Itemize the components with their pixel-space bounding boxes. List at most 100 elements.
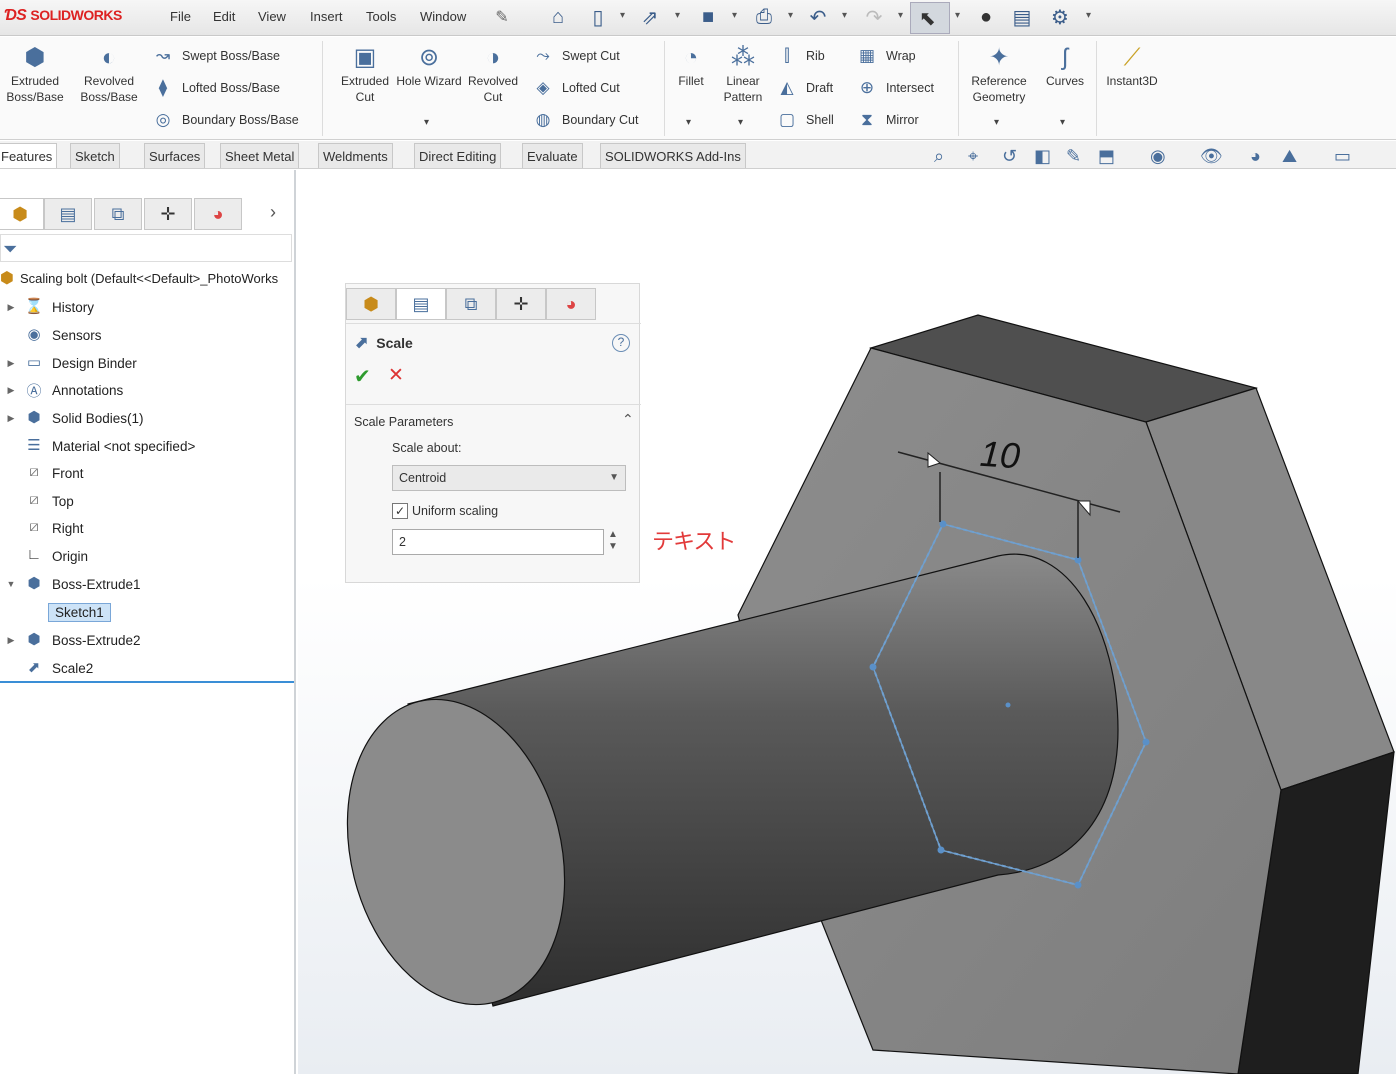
menu-insert[interactable]: Insert	[310, 9, 343, 24]
tab-weldments[interactable]: Weldments	[318, 143, 393, 168]
tree-item-annotations[interactable]: ▶ Ⓐ Annotations	[0, 377, 294, 403]
tree-item-right-plane[interactable]: ⧄ Right	[0, 515, 294, 541]
tab-direct-editing[interactable]: Direct Editing	[414, 143, 502, 168]
tree-item-top-plane[interactable]: ⧄ Top	[0, 488, 294, 514]
help-icon[interactable]: ?	[612, 334, 630, 352]
select-dropdown-icon[interactable]: ▾	[955, 10, 960, 21]
hole-wizard-dropdown-icon[interactable]: ▾	[424, 117, 429, 128]
tab-evaluate[interactable]: Evaluate	[522, 143, 583, 168]
tree-item-sensors[interactable]: ◉ Sensors	[0, 322, 294, 348]
configuration-manager-tab[interactable]: ⧉	[94, 198, 142, 230]
property-manager-tab[interactable]: ▤	[44, 198, 92, 230]
hide-show-items-icon[interactable]: 👁	[1200, 146, 1223, 167]
pin-icon[interactable]: ✎	[488, 4, 516, 30]
swept-cut-button[interactable]: ⤳ Swept Cut	[530, 43, 619, 69]
pm-dimxpert-tab[interactable]: ✛	[496, 288, 546, 320]
print-dropdown-icon[interactable]: ▾	[788, 10, 793, 21]
boundary-cut-button[interactable]: ◍ Boundary Cut	[530, 107, 639, 133]
tab-surfaces[interactable]: Surfaces	[144, 143, 206, 168]
pm-feature-tab[interactable]: ⬢	[346, 288, 396, 320]
tab-sheet-metal[interactable]: Sheet Metal	[220, 143, 300, 168]
new-dropdown-icon[interactable]: ▾	[620, 10, 625, 21]
menu-file[interactable]: File	[170, 9, 191, 24]
pm-configuration-tab[interactable]: ⧉	[446, 288, 496, 320]
revolved-cut-button[interactable]: ◑ Revolved Cut	[458, 41, 528, 105]
ok-checkmark-icon[interactable]: ✔	[354, 364, 371, 389]
tree-item-front-plane[interactable]: ⧄ Front	[0, 460, 294, 486]
curves-dropdown-icon[interactable]: ▾	[1060, 117, 1065, 128]
rollback-bar[interactable]	[0, 681, 294, 683]
zoom-to-fit-icon[interactable]: ⌕	[934, 146, 944, 167]
feature-tree-root[interactable]: ⬢ Scaling bolt (Default<<Default>_PhotoW…	[0, 266, 296, 290]
scale-factor-input[interactable]: 2	[392, 529, 604, 555]
reference-geometry-button[interactable]: ✦ Reference Geometry	[962, 41, 1036, 105]
apply-scene-icon[interactable]: ⛰	[1282, 146, 1297, 167]
tree-item-material[interactable]: ☰ Material <not specified>	[0, 433, 294, 459]
zoom-to-area-icon[interactable]: ⌖	[968, 146, 978, 167]
collapse-icon[interactable]: ▼	[0, 579, 22, 589]
scale-about-select[interactable]: Centroid ▼	[392, 465, 626, 491]
chevron-right-icon[interactable]: ›	[270, 202, 276, 223]
expand-icon[interactable]: ▶	[0, 302, 22, 313]
wrap-button[interactable]: ▦ Wrap	[854, 43, 916, 69]
draft-button[interactable]: ◭ Draft	[774, 75, 833, 101]
boundary-boss-button[interactable]: ◎ Boundary Boss/Base	[150, 107, 299, 133]
scale-factor-spinner[interactable]: ▲ ▼	[608, 529, 618, 553]
open-icon[interactable]: ⇗	[636, 4, 664, 30]
menu-tools[interactable]: Tools	[366, 9, 396, 24]
options-dropdown-icon[interactable]: ▾	[1086, 10, 1091, 21]
hole-wizard-button[interactable]: ⊚ Hole Wizard	[394, 41, 464, 89]
home-icon[interactable]: ⌂	[544, 4, 572, 30]
new-document-icon[interactable]: ▯	[584, 4, 612, 30]
menu-view[interactable]: View	[258, 9, 286, 24]
dimxpert-manager-tab[interactable]: ✛	[144, 198, 192, 230]
pm-property-tab[interactable]: ▤	[396, 288, 446, 320]
save-icon[interactable]: ■	[694, 4, 722, 30]
collapse-chevron-icon[interactable]: ⌃	[622, 411, 634, 428]
undo-dropdown-icon[interactable]: ▾	[842, 10, 847, 21]
intersect-button[interactable]: ⊕ Intersect	[854, 75, 934, 101]
cancel-x-icon[interactable]: ✕	[388, 364, 404, 387]
mirror-button[interactable]: ⧗ Mirror	[854, 107, 919, 133]
rib-button[interactable]: ⫿ Rib	[774, 43, 825, 69]
extruded-boss-button[interactable]: ⬢ Extruded Boss/Base	[0, 41, 70, 105]
view-settings-icon[interactable]: ▭	[1334, 146, 1351, 167]
extruded-cut-button[interactable]: ▣ Extruded Cut	[330, 41, 400, 105]
display-manager-tab[interactable]: ◕	[194, 198, 242, 230]
tree-item-design-binder[interactable]: ▶ ▭ Design Binder	[0, 350, 294, 376]
feature-tree-filter[interactable]: ⏷	[0, 234, 292, 262]
expand-icon[interactable]: ▶	[0, 358, 22, 369]
tab-sketch[interactable]: Sketch	[70, 143, 120, 168]
expand-icon[interactable]: ▶	[0, 385, 22, 396]
instant3d-button[interactable]: ⟋ Instant3D	[1098, 41, 1166, 89]
tree-item-solid-bodies[interactable]: ▶ ⬢ Solid Bodies(1)	[0, 405, 294, 431]
tab-features[interactable]: Features	[0, 143, 58, 168]
tree-item-origin[interactable]: ∟ Origin	[0, 543, 294, 569]
edit-appearance-icon[interactable]: ◕	[1250, 146, 1261, 167]
options-icon[interactable]: ⚙	[1046, 4, 1074, 30]
tree-item-history[interactable]: ▶ ⌛ History	[0, 294, 294, 320]
dimension-value[interactable]: 10	[979, 433, 1022, 478]
dynamic-annotation-icon[interactable]: ✎	[1066, 146, 1081, 167]
select-button[interactable]: ⬉	[910, 2, 950, 34]
redo-dropdown-icon[interactable]: ▾	[898, 10, 903, 21]
expand-icon[interactable]: ▶	[0, 635, 22, 646]
fillet-dropdown-icon[interactable]: ▾	[686, 117, 691, 128]
tree-item-sketch1[interactable]: Sketch1	[48, 599, 140, 625]
print-icon[interactable]: ⎙	[750, 4, 778, 30]
tree-item-boss-extrude2[interactable]: ▶ ⬢ Boss-Extrude2	[0, 627, 294, 653]
reference-geometry-dropdown-icon[interactable]: ▾	[994, 117, 999, 128]
feature-manager-tab[interactable]: ⬢	[0, 198, 44, 230]
menu-window[interactable]: Window	[420, 9, 466, 24]
lofted-cut-button[interactable]: ◈ Lofted Cut	[530, 75, 619, 101]
expand-icon[interactable]: ▶	[0, 413, 22, 424]
tree-item-scale2[interactable]: ⬈ Scale2	[0, 655, 294, 681]
display-style-icon[interactable]: ◉	[1150, 146, 1166, 167]
save-dropdown-icon[interactable]: ▾	[732, 10, 737, 21]
menu-edit[interactable]: Edit	[213, 9, 235, 24]
lofted-boss-button[interactable]: ⧫ Lofted Boss/Base	[150, 75, 280, 101]
revolved-boss-button[interactable]: ◐ Revolved Boss/Base	[74, 41, 144, 105]
pm-display-tab[interactable]: ◕	[546, 288, 596, 320]
shell-button[interactable]: ▢ Shell	[774, 107, 834, 133]
curves-button[interactable]: ʃ Curves	[1034, 41, 1096, 89]
